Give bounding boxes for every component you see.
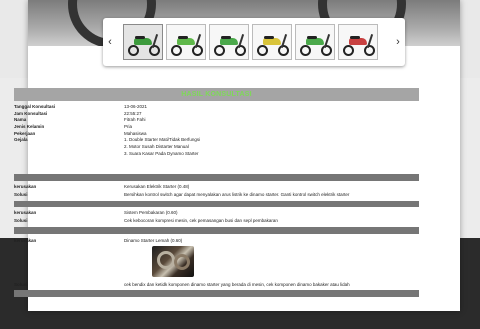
result-solution: Solusi cek bendix dan ketidk komponen di… xyxy=(14,280,419,288)
result-item: kerusakan Sistem Pembakaran (0.60) Solus… xyxy=(14,208,419,224)
label: kerusakan xyxy=(14,237,37,243)
section-title: HASIL KONSULTASI xyxy=(14,88,419,101)
info-row-symptoms: Gejala 1. Double Starter Mati/Tidak Berf… xyxy=(14,136,419,156)
value: Bersihkan kontrol switch agar dapat meny… xyxy=(124,191,350,197)
symptom-list: 1. Double Starter Mati/Tidak Berfungsi 2… xyxy=(124,136,419,156)
value: cek bendix dan ketidk komponen dinamo st… xyxy=(124,281,350,287)
motorcycle-icon xyxy=(127,30,161,56)
motorcycle-icon xyxy=(342,30,376,56)
info-row-date: Tanggal Konsultasi 13-06-2021 xyxy=(14,103,419,110)
list-item: 3. Suara Kasar Pada Dynamo Starter xyxy=(124,150,199,156)
divider-bar xyxy=(14,290,419,297)
photo-detail xyxy=(174,254,190,270)
motorcycle-thumbnail[interactable] xyxy=(123,24,163,60)
motorcycle-thumbnail[interactable] xyxy=(338,24,378,60)
label: Jenis Kelamin xyxy=(14,123,45,129)
motorcycle-thumbnail[interactable] xyxy=(209,24,249,60)
divider-bar xyxy=(14,201,419,207)
thumbnail-gallery: ‹ › xyxy=(103,18,405,66)
motorcycle-icon xyxy=(299,30,333,56)
list-item: 1. Double Starter Mati/Tidak Berfungsi xyxy=(124,137,201,143)
motorcycle-icon xyxy=(256,30,290,56)
result-solution-row: Solusi Cek kebocoran kompresi mesin, cek… xyxy=(14,216,419,224)
divider-bar xyxy=(14,174,419,181)
result-damage-row: kerusakan Sistem Pembakaran (0.60) xyxy=(14,208,419,216)
label: Solusi xyxy=(14,191,28,197)
result-solution-row: Solusi cek bendix dan ketidk komponen di… xyxy=(14,280,419,288)
value: Sistem Pembakaran (0.60) xyxy=(124,209,178,215)
value: 22:55:27 xyxy=(124,110,142,116)
label: kerusakan xyxy=(14,209,37,215)
label: Solusi xyxy=(14,217,28,223)
photo-detail xyxy=(157,251,175,269)
list-item: 2. Motor Susah Distarter Manual xyxy=(124,143,189,149)
thumbnail-list xyxy=(123,24,378,60)
label: Nama xyxy=(14,117,27,123)
result-solution-row: Solusi Bersihkan kontrol switch agar dap… xyxy=(14,190,419,198)
result-damage-row: kerusakan Kerusakan Elektrik Starter (0.… xyxy=(14,182,419,190)
result-damage-row: kerusakan Dinamo Starter Lemah (0.60) xyxy=(14,236,419,244)
result-item: kerusakan Kerusakan Elektrik Starter (0.… xyxy=(14,182,419,198)
label: Jam Konsultasi xyxy=(14,110,48,116)
consultation-info: Tanggal Konsultasi 13-06-2021 Jam Konsul… xyxy=(14,103,419,157)
label: Solusi xyxy=(14,281,28,287)
info-row-gender: Jenis Kelamin Pria xyxy=(14,123,419,130)
value: 13-06-2021 xyxy=(124,103,148,109)
result-item: kerusakan Dinamo Starter Lemah (0.60) xyxy=(14,236,419,244)
motorcycle-icon xyxy=(170,30,204,56)
info-row-job: Pekerjaan Mahasiswa xyxy=(14,130,419,137)
info-row-name: Nama Fitrah Fahi xyxy=(14,116,419,123)
chevron-right-icon[interactable]: › xyxy=(391,18,405,66)
divider-bar xyxy=(14,227,419,234)
chevron-left-icon[interactable]: ‹ xyxy=(103,18,117,66)
label: kerusakan xyxy=(14,183,37,189)
motorcycle-thumbnail[interactable] xyxy=(252,24,292,60)
value: Pria xyxy=(124,123,133,129)
value: Dinamo Starter Lemah (0.60) xyxy=(124,237,183,243)
value: Fitrah Fahi xyxy=(124,117,146,123)
label: Gejala xyxy=(14,137,28,143)
motorcycle-thumbnail[interactable] xyxy=(166,24,206,60)
value: Cek kebocoran kompresi mesin, cek pemasa… xyxy=(124,217,278,223)
value: Kerusakan Elektrik Starter (0.48) xyxy=(124,183,190,189)
motorcycle-thumbnail[interactable] xyxy=(295,24,335,60)
info-row-time: Jam Konsultasi 22:55:27 xyxy=(14,110,419,117)
damage-photo xyxy=(152,246,194,277)
value: Mahasiswa xyxy=(124,130,147,136)
label: Pekerjaan xyxy=(14,130,36,136)
label: Tanggal Konsultasi xyxy=(14,103,56,109)
motorcycle-icon xyxy=(213,30,247,56)
